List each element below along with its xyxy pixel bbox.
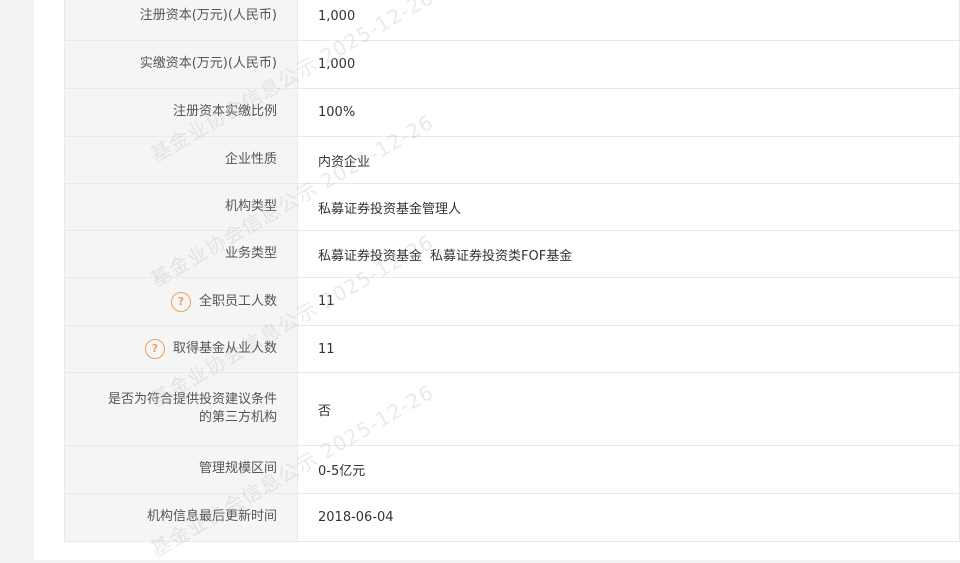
row-label: 机构信息最后更新时间 bbox=[64, 493, 298, 542]
row-label: 企业性质 bbox=[64, 136, 298, 184]
fulltime-staff-value: 11 bbox=[297, 277, 960, 326]
enterprise-nature-label: 企业性质 bbox=[224, 151, 277, 167]
org-type-value: 私募证券投资基金管理人 bbox=[297, 183, 960, 231]
row-label: 注册资本实缴比例 bbox=[64, 88, 298, 137]
business-type-item: 私募证券投资类FOF基金 bbox=[430, 248, 573, 264]
row-label: 管理规模区间 bbox=[64, 445, 298, 494]
registered-capital-label: 注册资本(万元)(人民币) bbox=[139, 8, 277, 24]
row-label: 业务类型 bbox=[64, 230, 298, 278]
table-row: ? 全职员工人数 11 bbox=[64, 277, 960, 326]
paid-capital-label: 实缴资本(万元)(人民币) bbox=[139, 56, 277, 72]
row-label: ? 取得基金从业人数 bbox=[64, 325, 298, 373]
row-label: 机构类型 bbox=[64, 183, 298, 231]
question-circle-icon[interactable]: ? bbox=[170, 291, 191, 312]
third-party-value: 否 bbox=[297, 372, 960, 446]
paid-ratio-label: 注册资本实缴比例 bbox=[172, 104, 277, 120]
table-row: 机构类型 私募证券投资基金管理人 bbox=[64, 183, 960, 231]
business-type-item: 私募证券投资基金 bbox=[318, 248, 423, 264]
org-info-table: 注册资本(万元)(人民币) 1,000 实缴资本(万元)(人民币) 1,000 … bbox=[64, 0, 960, 542]
aum-range-label: 管理规模区间 bbox=[198, 461, 277, 477]
fulltime-staff-label: 全职员工人数 bbox=[198, 293, 277, 309]
question-circle-icon[interactable]: ? bbox=[144, 339, 165, 359]
last-update-value: 2018-06-04 bbox=[297, 493, 960, 542]
table-row: ? 取得基金从业人数 11 bbox=[64, 325, 960, 373]
row-label: 是否为符合提供投资建议条件的第三方机构 bbox=[64, 372, 298, 446]
row-label: 实缴资本(万元)(人民币) bbox=[64, 40, 298, 89]
enterprise-nature-value: 内资企业 bbox=[297, 136, 960, 184]
business-type-value: 私募证券投资基金 私募证券投资类FOF基金 bbox=[297, 230, 960, 278]
paid-capital-value: 1,000 bbox=[297, 40, 960, 89]
qualified-staff-label: 取得基金从业人数 bbox=[172, 341, 277, 356]
row-label: 注册资本(万元)(人民币) bbox=[64, 0, 298, 41]
business-type-label: 业务类型 bbox=[224, 245, 277, 261]
qualified-staff-value: 11 bbox=[297, 325, 960, 373]
table-row: 是否为符合提供投资建议条件的第三方机构 否 bbox=[64, 372, 960, 446]
row-label: ? 全职员工人数 bbox=[64, 277, 298, 326]
table-row: 管理规模区间 0-5亿元 bbox=[64, 445, 960, 494]
paid-ratio-value: 100% bbox=[297, 88, 960, 137]
table-row: 企业性质 内资企业 bbox=[64, 136, 960, 184]
third-party-label-line: 的第三方机构 bbox=[198, 410, 277, 425]
aum-range-value: 0-5亿元 bbox=[297, 445, 960, 494]
last-update-label: 机构信息最后更新时间 bbox=[146, 509, 277, 525]
table-row: 业务类型 私募证券投资基金 私募证券投资类FOF基金 bbox=[64, 230, 960, 278]
table-row: 注册资本(万元)(人民币) 1,000 bbox=[64, 0, 960, 41]
table-row: 机构信息最后更新时间 2018-06-04 bbox=[64, 493, 960, 542]
table-row: 实缴资本(万元)(人民币) 1,000 bbox=[64, 40, 960, 89]
table-row: 注册资本实缴比例 100% bbox=[64, 88, 960, 137]
registered-capital-value: 1,000 bbox=[297, 0, 960, 41]
org-type-label: 机构类型 bbox=[224, 198, 277, 214]
third-party-label-line: 是否为符合提供投资建议条件 bbox=[107, 392, 277, 407]
